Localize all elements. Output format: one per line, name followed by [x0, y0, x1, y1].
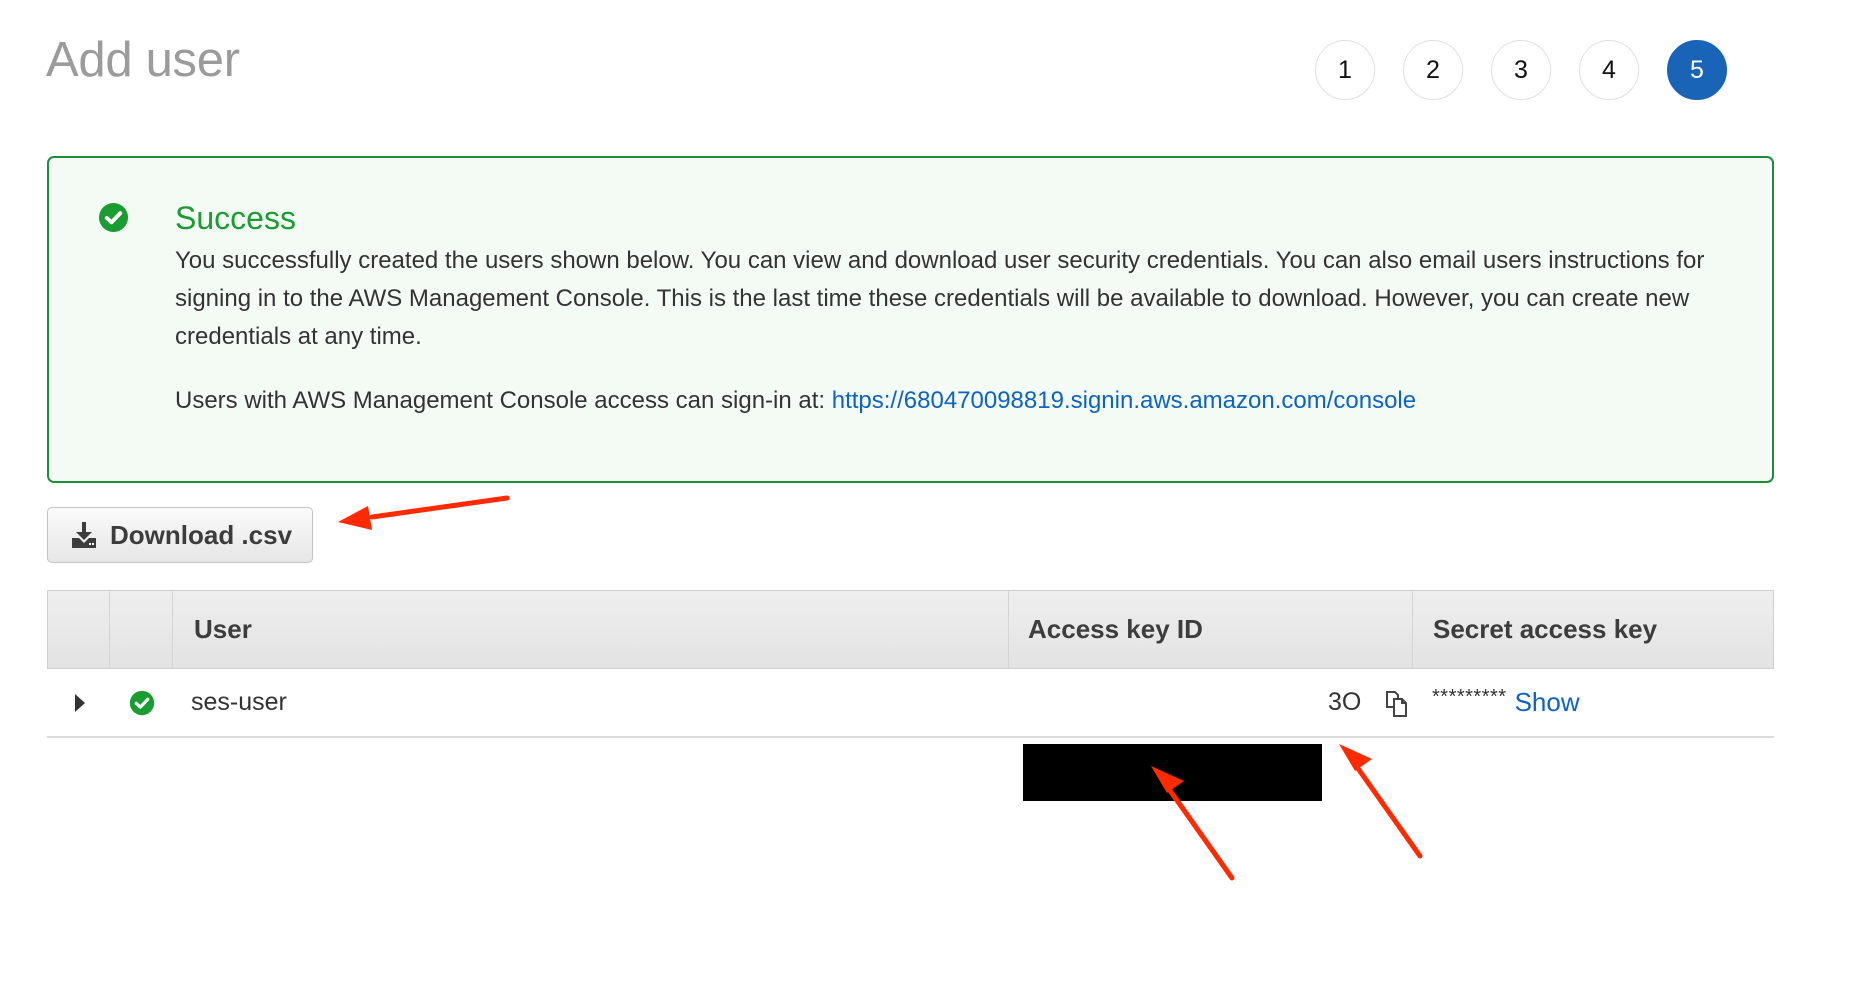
redacted-access-key [1023, 744, 1322, 801]
column-header-secret-access-key[interactable]: Secret access key [1433, 591, 1657, 668]
signin-prefix: Users with AWS Management Console access… [175, 387, 832, 414]
signin-info: Users with AWS Management Console access… [175, 382, 1416, 420]
table-row: ses-user 3O ********* Show [47, 669, 1774, 801]
row-status [129, 669, 155, 736]
alert-title: Success [175, 200, 296, 236]
copy-access-key-button[interactable] [1384, 669, 1412, 736]
step-4[interactable]: 4 [1579, 40, 1639, 100]
annotation-arrow-secret-key [1339, 744, 1423, 859]
check-circle-icon [98, 202, 129, 233]
signin-url-link[interactable]: https://680470098819.signin.aws.amazon.c… [832, 387, 1416, 414]
caret-right-icon [75, 693, 85, 712]
copy-icon [1386, 690, 1407, 717]
access-key-id-suffix: 3O [1328, 688, 1362, 716]
step-3[interactable]: 3 [1491, 40, 1551, 100]
alert-message: You successfully created the users shown… [175, 247, 1705, 350]
download-icon [72, 522, 96, 548]
download-csv-label: Download .csv [110, 519, 293, 550]
column-divider [1412, 591, 1413, 668]
column-divider [1008, 591, 1009, 668]
column-header-user[interactable]: User [194, 591, 252, 668]
column-header-access-key-id[interactable]: Access key ID [1028, 591, 1203, 668]
annotation-arrows [338, 495, 1423, 881]
annotation-arrow-download [338, 495, 510, 530]
step-5-current: 5 [1667, 40, 1727, 100]
credentials-table: User Access key ID Secret access key ses… [47, 590, 1774, 801]
check-circle-icon [129, 690, 155, 715]
expand-row-toggle[interactable] [75, 669, 85, 736]
download-csv-button[interactable]: Download .csv [47, 507, 313, 563]
page-title: Add user [46, 33, 240, 87]
secret-key-mask: ********* [1432, 686, 1507, 708]
step-1[interactable]: 1 [1315, 40, 1375, 100]
column-divider [172, 591, 173, 668]
column-divider [109, 591, 110, 668]
secret-access-key-cell: ********* Show [1432, 669, 1580, 736]
show-secret-link[interactable]: Show [1515, 687, 1580, 718]
step-2[interactable]: 2 [1403, 40, 1463, 100]
table-header: User Access key ID Secret access key [47, 590, 1774, 669]
user-name: ses-user [191, 688, 287, 716]
